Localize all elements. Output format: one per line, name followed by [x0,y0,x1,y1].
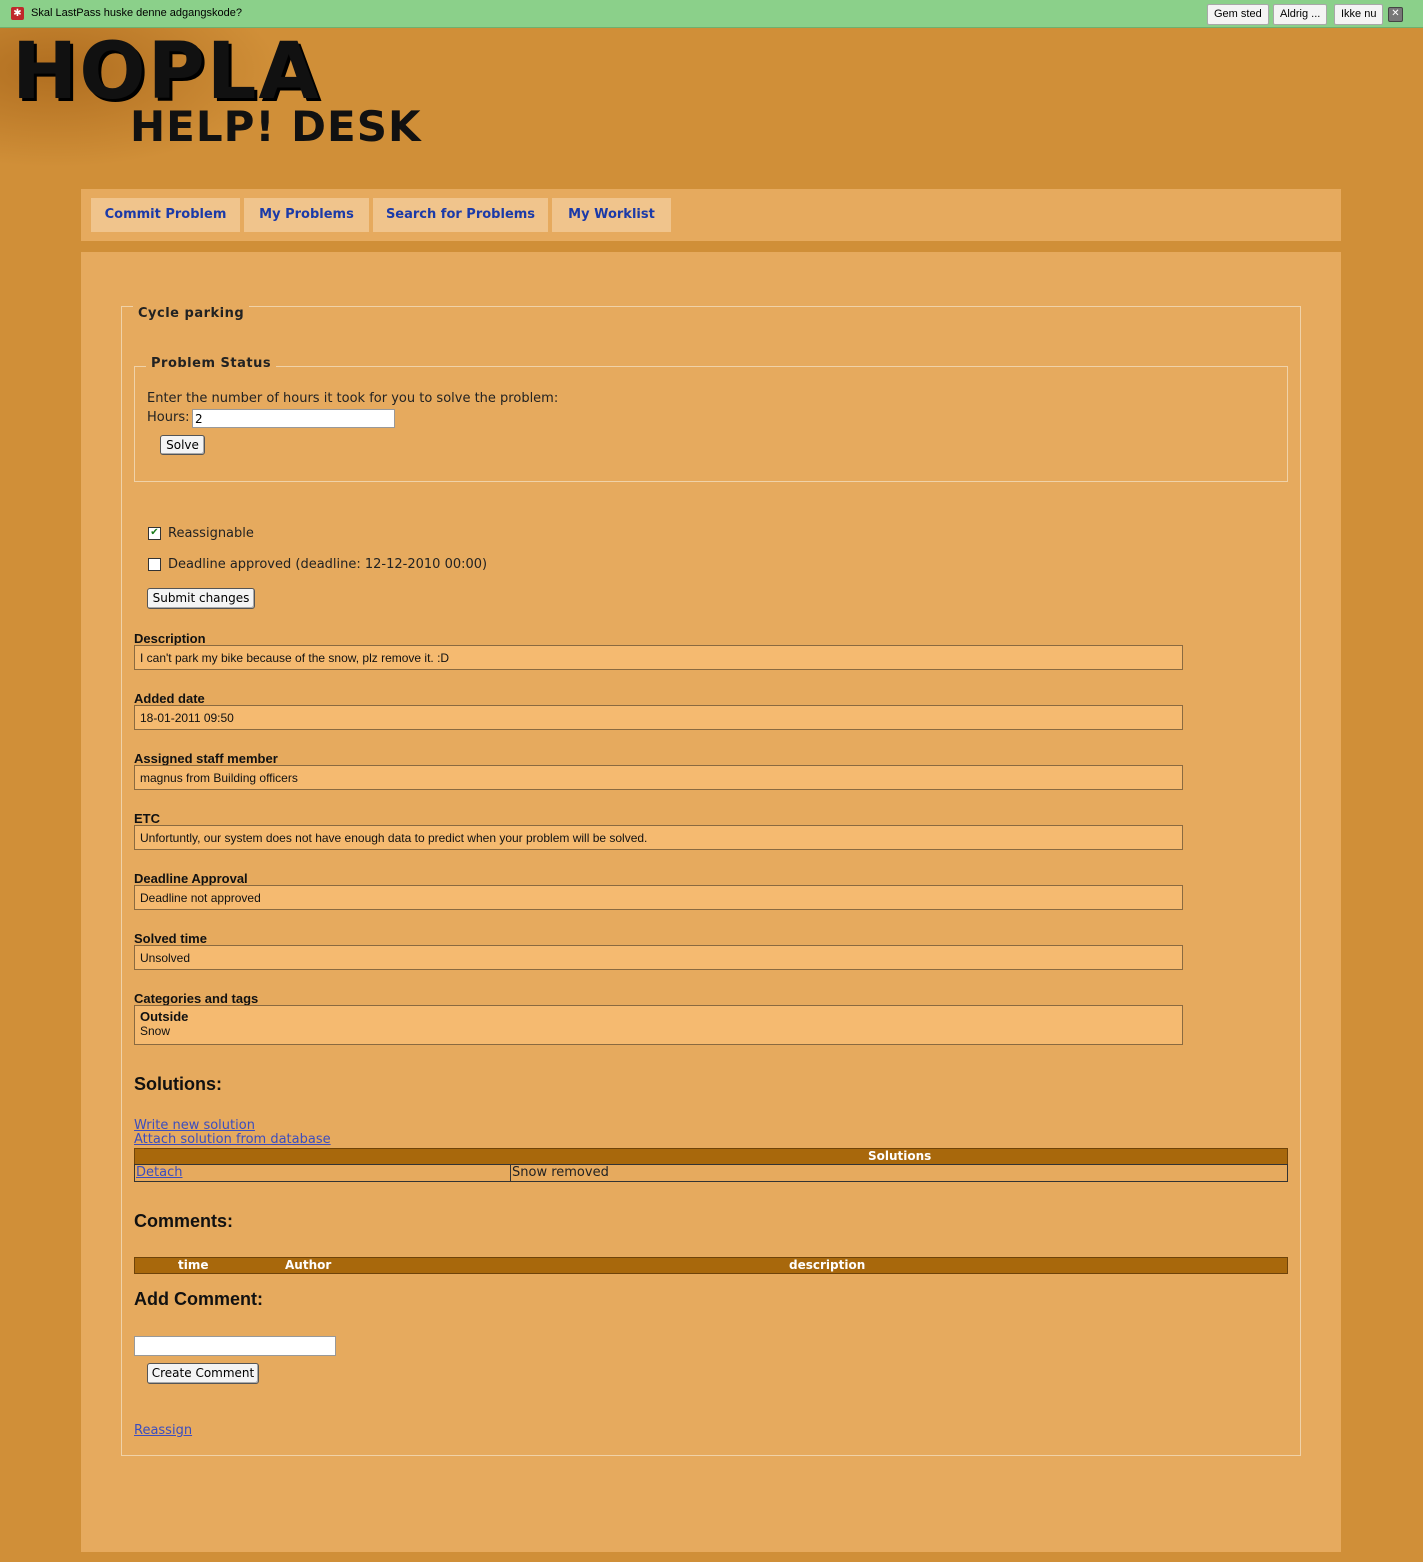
lastpass-notification-bar: ✱ Skal LastPass huske denne adgangskode?… [0,0,1423,28]
etc-value: Unfortuntly, our system does not have en… [134,825,1183,850]
description-label: Description [134,631,206,646]
lastpass-star-icon: ✱ [11,7,24,20]
lastpass-not-now-button[interactable]: Ikke nu [1334,4,1384,25]
assigned-staff-label: Assigned staff member [134,751,278,766]
category-name: Outside [140,1009,189,1024]
solutions-column-header: Solutions [868,1149,932,1163]
add-comment-heading: Add Comment: [134,1289,263,1309]
reassign-link[interactable]: Reassign [134,1423,192,1438]
nav-search-problems[interactable]: Search for Problems [373,198,548,232]
comments-heading: Comments: [134,1211,234,1231]
tag-name: Snow [140,1024,171,1038]
submit-changes-button[interactable]: Submit changes [147,588,255,609]
assigned-staff-value: magnus from Building officers [134,765,1183,790]
solutions-table-header: Solutions [134,1148,1288,1165]
close-icon[interactable]: ✕ [1388,7,1403,22]
solutions-heading: Solutions: [134,1074,222,1094]
description-value: I can't park my bike because of the snow… [134,645,1183,670]
comments-col-description: description [789,1258,866,1272]
hours-input[interactable] [192,409,395,428]
write-solution-link[interactable]: Write new solution [134,1118,255,1133]
reassignable-checkbox[interactable]: ✔ [148,527,161,540]
comments-table-header: time Author description [134,1257,1288,1274]
lastpass-save-button[interactable]: Gem sted [1207,4,1269,25]
deadline-approval-label: Deadline Approval [134,871,248,886]
categories-label: Categories and tags [134,991,259,1006]
nav-commit-problem[interactable]: Commit Problem [91,198,240,232]
nav-my-problems[interactable]: My Problems [244,198,369,232]
hours-label: Hours: [147,410,190,425]
lastpass-never-button[interactable]: Aldrig ... [1273,4,1328,25]
solved-time-value: Unsolved [134,945,1183,970]
lastpass-prompt: Skal LastPass huske denne adgangskode? [31,7,242,19]
solution-text: Snow removed [512,1165,609,1180]
comments-col-time: time [178,1258,209,1272]
categories-value: Outside Snow [134,1005,1183,1045]
logo-helpdesk: HELP! DESK [130,102,422,151]
added-date-value: 18-01-2011 09:50 [134,705,1183,730]
comment-input[interactable] [134,1336,336,1356]
reassignable-label: Reassignable [168,526,254,541]
table-row: Detach Snow removed [134,1164,1288,1182]
added-date-label: Added date [134,691,205,706]
solved-time-label: Solved time [134,931,207,946]
detach-link[interactable]: Detach [136,1165,182,1180]
etc-label: ETC [134,811,160,826]
problem-title: Cycle parking [133,306,250,321]
hours-instruction: Enter the number of hours it took for yo… [147,391,559,406]
deadline-approval-value: Deadline not approved [134,885,1183,910]
solve-button[interactable]: Solve [160,435,205,455]
deadline-approved-checkbox[interactable] [148,558,161,571]
problem-status-legend: Problem Status [146,356,277,371]
attach-solution-link[interactable]: Attach solution from database [134,1132,331,1147]
main-nav: Commit Problem My Problems Search for Pr… [81,189,1341,241]
comments-col-author: Author [285,1258,332,1272]
create-comment-button[interactable]: Create Comment [147,1363,259,1384]
deadline-approved-label: Deadline approved (deadline: 12-12-2010 … [168,557,488,572]
nav-my-worklist[interactable]: My Worklist [552,198,671,232]
